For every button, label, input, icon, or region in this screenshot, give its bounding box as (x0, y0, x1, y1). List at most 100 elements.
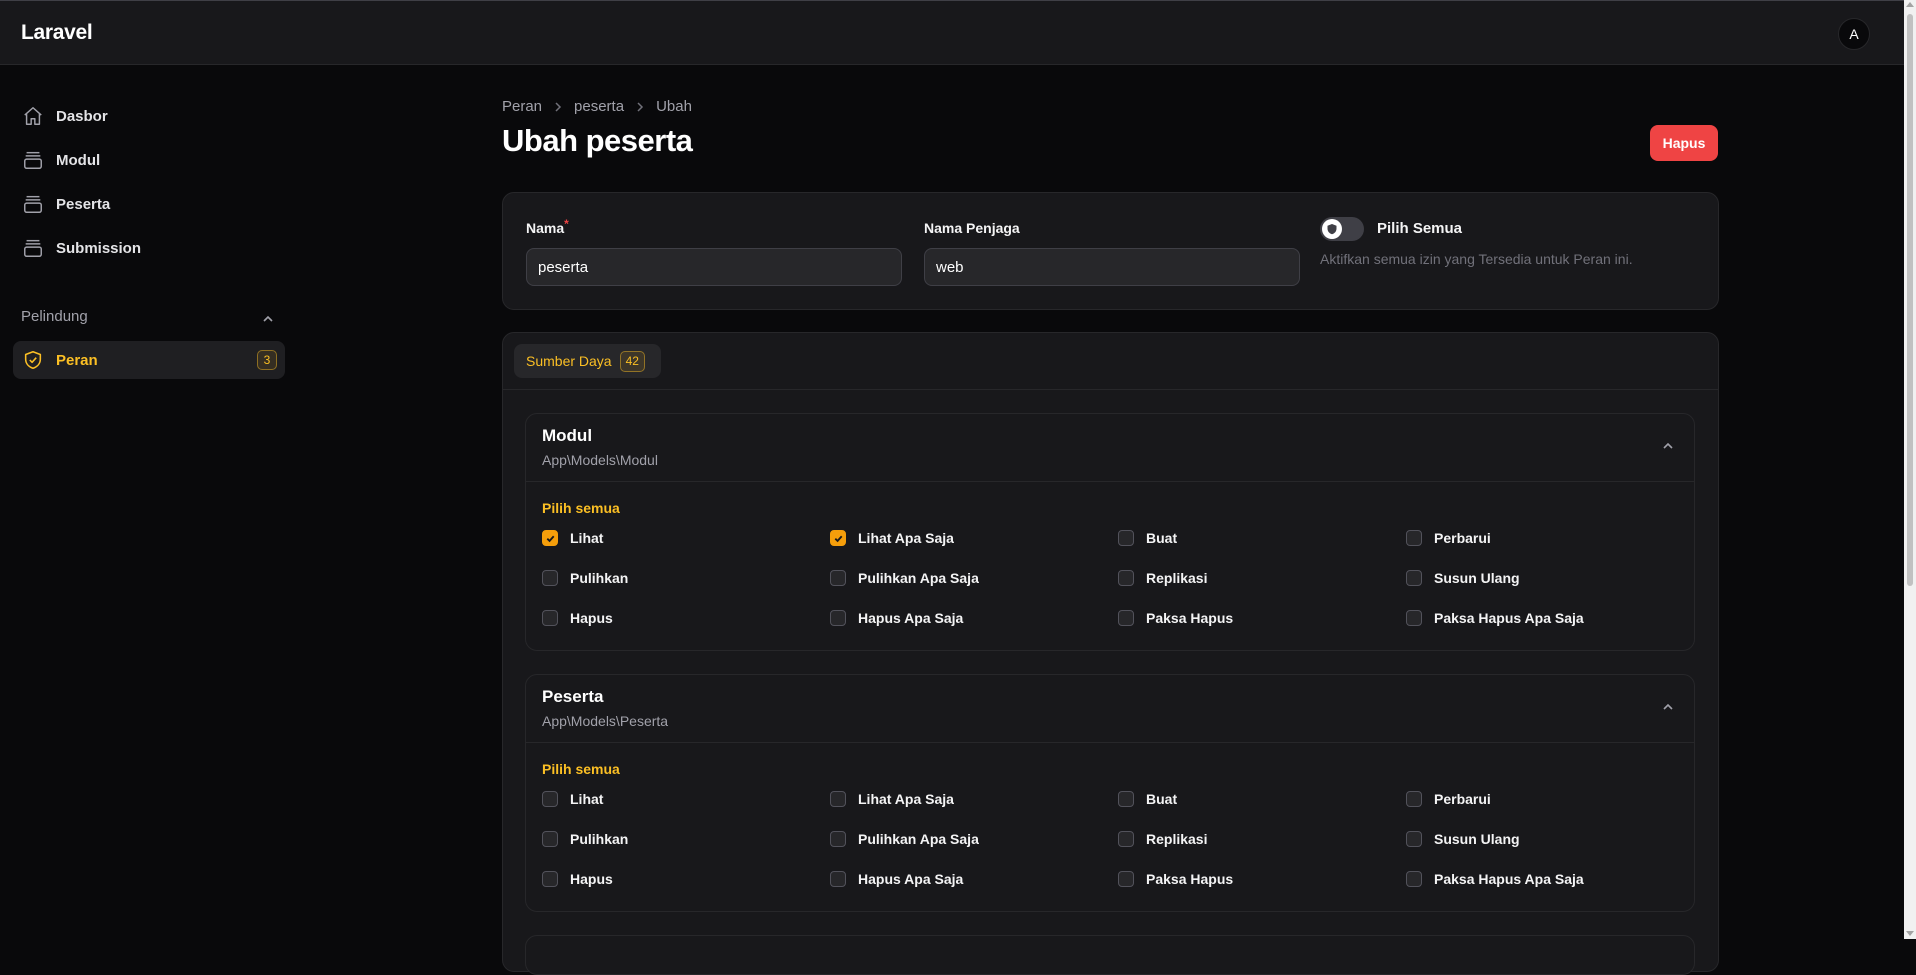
name-input[interactable] (526, 248, 902, 286)
section-subtitle: App\Models\Peserta (542, 713, 669, 729)
permission-checkbox-item[interactable]: Buat (1118, 530, 1177, 546)
check-icon (834, 535, 842, 542)
permission-checkbox-item[interactable]: Susun Ulang (1406, 831, 1520, 847)
permission-checkbox-item[interactable]: Paksa Hapus Apa Saja (1406, 871, 1584, 887)
permission-checkbox[interactable] (830, 610, 846, 626)
sidebar-item-label: Submission (56, 239, 142, 257)
permission-checkbox-item[interactable]: Susun Ulang (1406, 570, 1520, 586)
sidebar-item-dasbor[interactable]: Dasbor (13, 97, 285, 135)
permission-label: Lihat (570, 530, 604, 546)
delete-button[interactable]: Hapus (1650, 125, 1718, 161)
permission-label: Pulihkan Apa Saja (858, 831, 979, 847)
permission-checkbox-item[interactable]: Lihat (542, 791, 603, 807)
sidebar-item-label: Modul (56, 151, 101, 169)
chevron-up-icon[interactable] (1662, 700, 1674, 718)
tab-label: Sumber Daya (526, 353, 612, 369)
permission-checkbox[interactable] (542, 610, 558, 626)
brand-logo[interactable]: Laravel (21, 21, 93, 45)
section-select-all-link[interactable]: Pilih semua (542, 761, 620, 777)
permission-checkbox[interactable] (1406, 570, 1422, 586)
chevron-up-icon[interactable] (1662, 439, 1674, 457)
permission-checkbox[interactable] (542, 791, 558, 807)
name-field-label: Nama* (526, 217, 569, 236)
permission-checkbox-item[interactable]: Paksa Hapus (1118, 610, 1233, 626)
permission-label: Lihat (570, 791, 604, 807)
sidebar-group-label[interactable]: Pelindung (21, 308, 88, 325)
permission-label: Lihat Apa Saja (858, 530, 954, 546)
permission-checkbox[interactable] (1118, 791, 1134, 807)
permission-checkbox-item[interactable]: Replikasi (1118, 831, 1207, 847)
permission-checkbox[interactable] (830, 791, 846, 807)
breadcrumb-item[interactable]: peserta (574, 98, 624, 115)
permission-checkbox-item[interactable]: Buat (1118, 791, 1177, 807)
permission-label: Replikasi (1146, 570, 1208, 586)
permission-label: Replikasi (1146, 831, 1208, 847)
permission-label: Pulihkan (570, 570, 629, 586)
permission-checkbox[interactable] (1406, 530, 1422, 546)
permission-checkbox-item[interactable]: Pulihkan Apa Saja (830, 570, 979, 586)
permission-label: Perbarui (1434, 791, 1491, 807)
toggle-knob (1322, 219, 1342, 239)
box-icon (21, 236, 45, 260)
permission-checkbox[interactable] (542, 831, 558, 847)
select-all-help-text: Aktifkan semua izin yang Tersedia untuk … (1320, 251, 1633, 267)
permission-label: Perbarui (1434, 530, 1491, 546)
permission-checkbox[interactable] (1118, 530, 1134, 546)
permission-checkbox[interactable] (1406, 831, 1422, 847)
permission-checkbox[interactable] (1118, 831, 1134, 847)
permission-checkbox[interactable] (830, 831, 846, 847)
permission-checkbox-item[interactable]: Lihat Apa Saja (830, 530, 954, 546)
chevron-right-icon (553, 101, 563, 112)
sidebar-item-submission[interactable]: Submission (13, 229, 285, 267)
permission-checkbox-item[interactable]: Pulihkan Apa Saja (830, 831, 979, 847)
required-mark: * (564, 217, 569, 231)
permission-checkbox[interactable] (1118, 610, 1134, 626)
permission-checkbox-item[interactable]: Perbarui (1406, 530, 1491, 546)
permission-checkbox-item[interactable]: Pulihkan (542, 570, 628, 586)
scroll-thumb[interactable] (1907, 14, 1913, 586)
permission-checkbox[interactable] (1406, 871, 1422, 887)
chevron-up-icon[interactable] (262, 312, 274, 330)
permission-checkbox[interactable] (830, 570, 846, 586)
user-avatar[interactable]: A (1838, 18, 1870, 50)
permission-checkbox[interactable] (542, 570, 558, 586)
permission-checkbox-item[interactable]: Hapus Apa Saja (830, 871, 963, 887)
sidebar-item-peran[interactable]: Peran 3 (13, 341, 285, 379)
sidebar-item-label: Peran (56, 351, 98, 369)
permission-checkbox-item[interactable]: Lihat (542, 530, 603, 546)
permission-checkbox-item[interactable]: Replikasi (1118, 570, 1207, 586)
scroll-down-arrow-icon[interactable] (1906, 931, 1914, 936)
breadcrumb-item[interactable]: Peran (502, 98, 542, 115)
permission-checkbox-item[interactable]: Hapus (542, 871, 613, 887)
page-scrollbar[interactable] (1904, 0, 1916, 939)
permission-checkbox-item[interactable]: Paksa Hapus Apa Saja (1406, 610, 1584, 626)
scroll-up-arrow-icon[interactable] (1906, 2, 1914, 7)
guard-name-input[interactable] (924, 248, 1300, 286)
permission-checkbox[interactable] (542, 530, 558, 546)
permission-checkbox-item[interactable]: Hapus (542, 610, 613, 626)
select-all-toggle[interactable] (1320, 217, 1364, 241)
permission-checkbox-item[interactable]: Hapus Apa Saja (830, 610, 963, 626)
permission-checkbox[interactable] (1406, 791, 1422, 807)
permission-checkbox[interactable] (830, 530, 846, 546)
permission-checkbox-item[interactable]: Lihat Apa Saja (830, 791, 954, 807)
tab-sumber-daya[interactable]: Sumber Daya 42 (514, 344, 661, 378)
section-divider (526, 481, 1694, 482)
permission-label: Pulihkan Apa Saja (858, 570, 979, 586)
permission-checkbox-item[interactable]: Paksa Hapus (1118, 871, 1233, 887)
permission-checkbox[interactable] (542, 871, 558, 887)
sidebar-item-modul[interactable]: Modul (13, 141, 285, 179)
permission-label: Pulihkan (570, 831, 629, 847)
sidebar-item-peserta[interactable]: Peserta (13, 185, 285, 223)
permission-checkbox[interactable] (1118, 570, 1134, 586)
permission-checkbox[interactable] (1406, 610, 1422, 626)
permission-label: Susun Ulang (1434, 570, 1520, 586)
permission-checkbox[interactable] (1118, 871, 1134, 887)
name-label-text: Nama (526, 220, 565, 236)
permission-checkbox-item[interactable]: Perbarui (1406, 791, 1491, 807)
shield-icon (1327, 224, 1337, 235)
permission-label: Paksa Hapus (1146, 610, 1234, 626)
permission-checkbox[interactable] (830, 871, 846, 887)
permission-checkbox-item[interactable]: Pulihkan (542, 831, 628, 847)
section-select-all-link[interactable]: Pilih semua (542, 500, 620, 516)
